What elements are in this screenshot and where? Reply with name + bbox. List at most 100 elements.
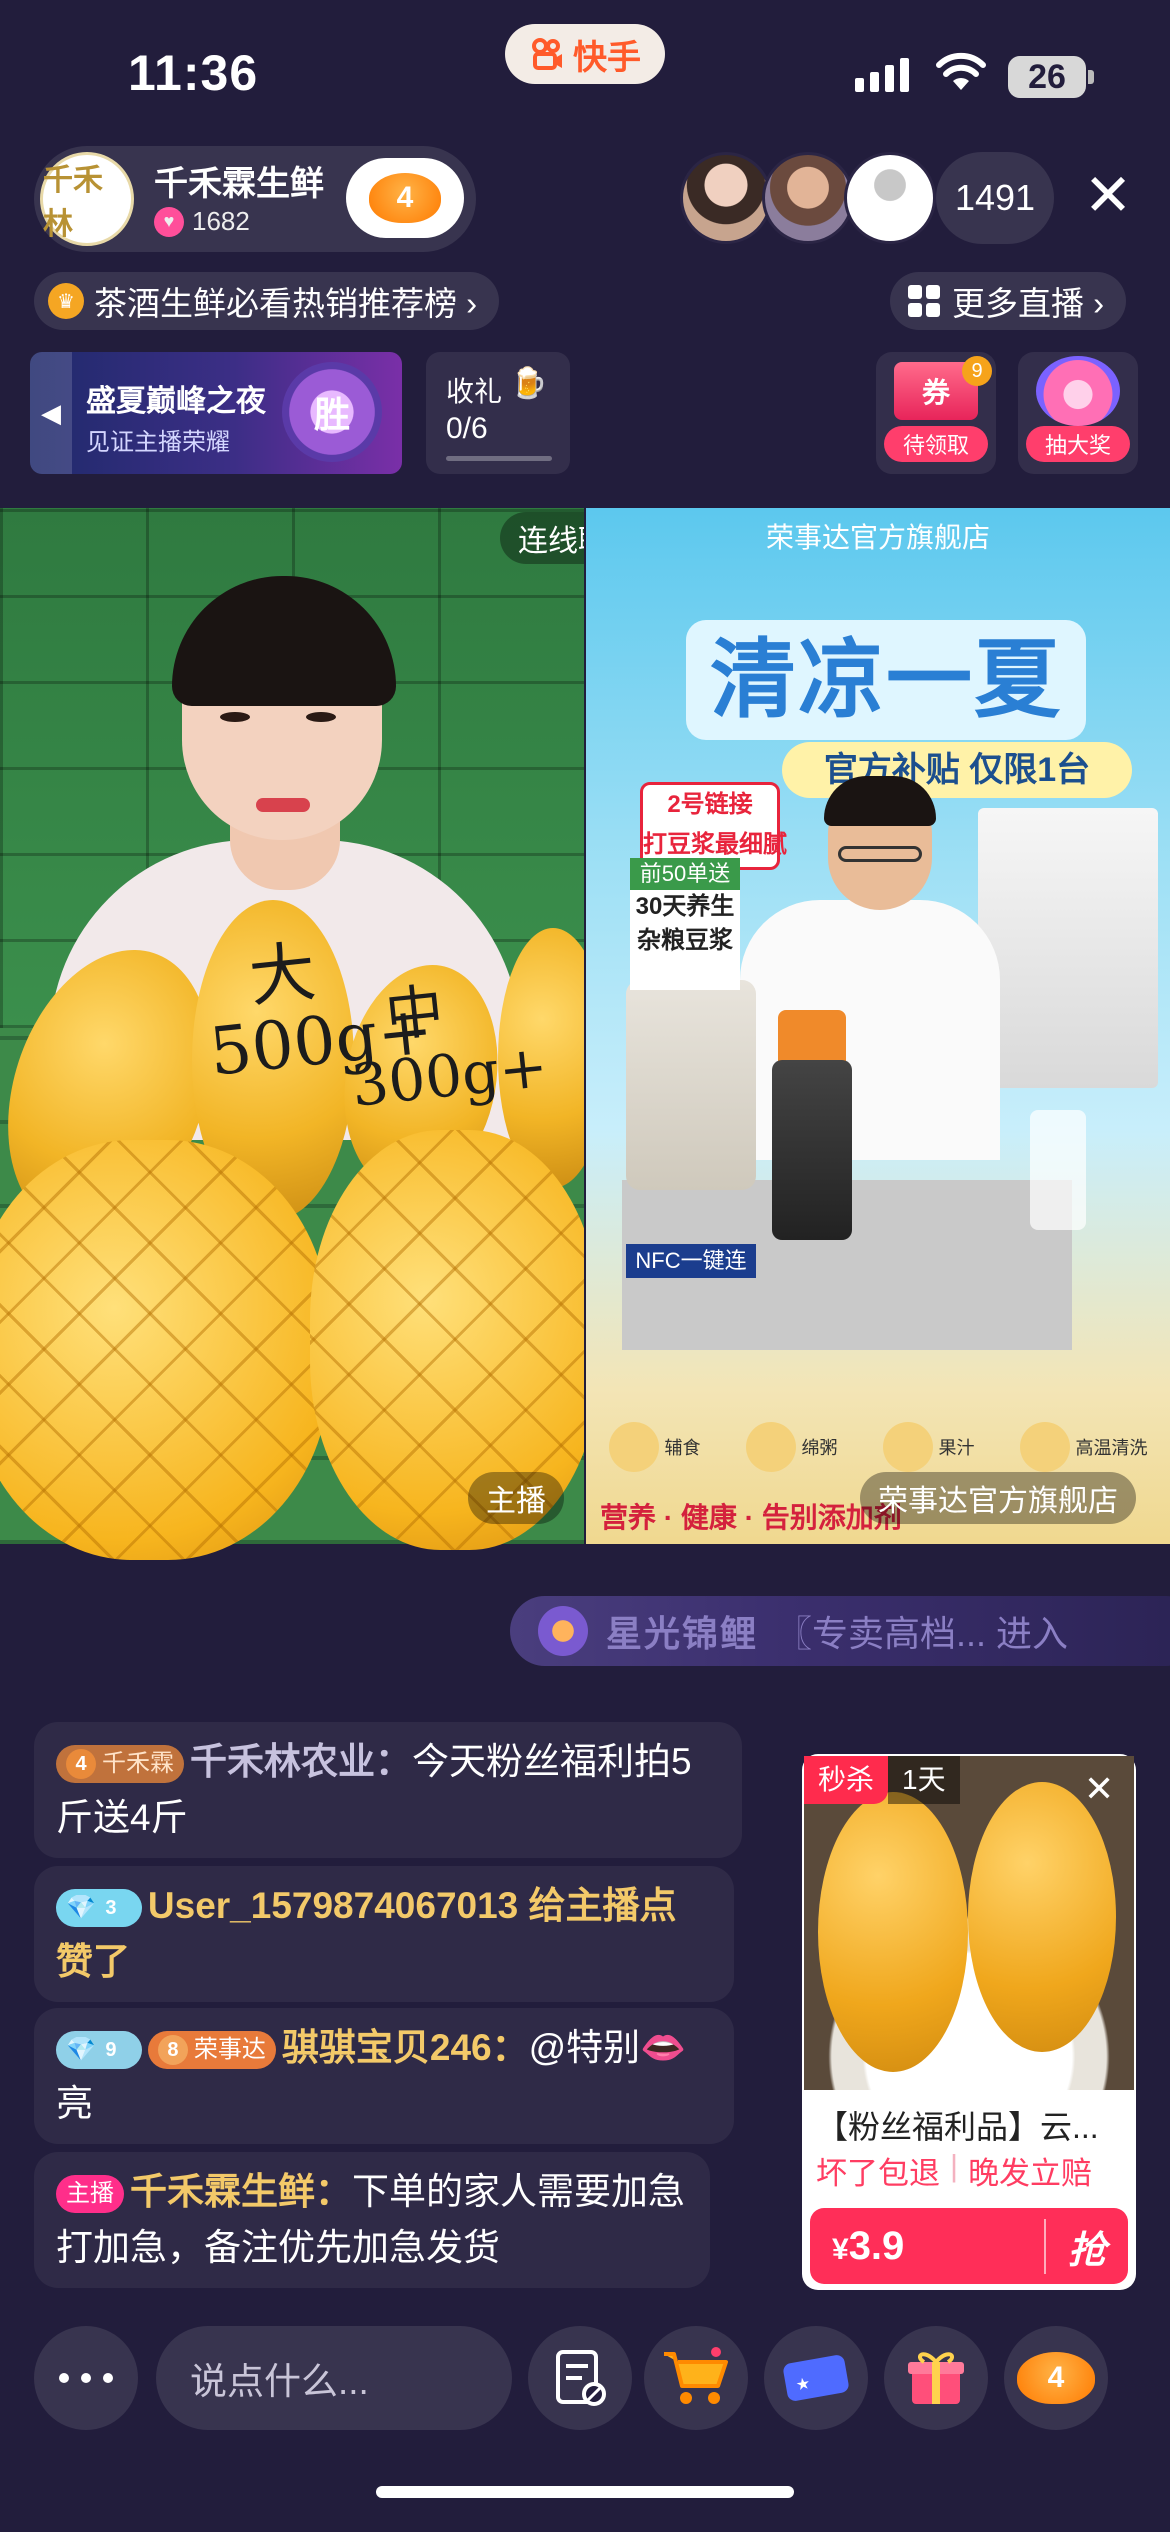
beer-icon: 🍺 [510,367,548,400]
viewer-avatar[interactable] [844,152,936,244]
host-role-badge: 主播 [56,2175,124,2214]
more-options-button[interactable] [34,2326,138,2430]
chat-username: 骐骐宝贝246： [281,2027,529,2068]
host-figure-eye [220,712,250,722]
chat-message[interactable]: 主播 千禾霖生鲜：下单的家人需要加急打加急，备注优先加急发货 [34,2152,710,2288]
host-avatar-text: 千禾林 [43,164,103,241]
chat-username: User_1579874067013 [147,1885,519,1926]
feature-item: 果汁 [882,1422,975,1472]
product-price: ¥3.9 [832,2223,905,2268]
product-title: 【粉丝福利品】云... [816,2109,1099,2145]
host-likes: ♥ 1682 [154,206,250,237]
product-photo-inset [978,808,1158,1088]
star-card-icon: ★ [783,2355,849,2401]
soy-milk-maker [626,980,756,1190]
fan-club-level-button[interactable]: 4 [1004,2326,1108,2430]
host-video-label: 主播 [468,1472,564,1524]
mango-medium-label: 中 300g+ [348,976,551,1120]
comment-input[interactable]: 说点什么... [156,2326,512,2430]
ranking-list-link[interactable]: ♛ 茶酒生鲜必看热销推荐榜 › [34,272,500,330]
promo-first-tag: 前50单送 [630,858,740,890]
chat-username: 千禾霖生鲜： [130,2171,352,2212]
order-list-icon [556,2350,606,2406]
comment-input-placeholder: 说点什么... [190,2361,369,2402]
nfc-tag: NFC一键连 [626,1244,756,1278]
star-card-button[interactable]: ★ [764,2326,868,2430]
order-list-button[interactable] [528,2326,632,2430]
feature-icon [745,1422,796,1472]
gift-button[interactable] [884,2326,988,2430]
ellipsis-icon [59,2373,113,2383]
lottery-label: 抽大奖 [1026,426,1130,462]
mango-cut-hedgehog [0,1140,330,1560]
feature-icon [882,1422,933,1472]
flash-sale-label: 秒杀 [804,1756,889,1804]
promo-gift-tag: 30天养生 杂粮豆浆 [630,890,740,990]
chat-username: 千禾林农业： [190,1741,412,1782]
lottery-icon [1036,356,1120,426]
grid-icon [908,285,940,317]
shopping-cart-button[interactable] [644,2326,748,2430]
fan-level-badge-icon: 4 [1017,2352,1095,2404]
feature-item: 绵粥 [745,1422,838,1472]
buy-now-button[interactable]: ¥3.9 抢 [810,2208,1128,2284]
flash-sale-tag: 秒杀 1天 [804,1756,960,1804]
co-host-store-title: 荣事达官方旗舰店 [765,522,990,553]
chat-message[interactable]: 4 千禾霖 千禾林农业：今天粉丝福利拍5斤送4斤 [34,1722,742,1858]
host-avatar[interactable]: 千禾林 [40,152,134,246]
host-likes-count: 1682 [192,206,250,236]
fans-group-banner[interactable]: 星光锦鲤 〖专卖高档... 进入 [510,1596,1170,1666]
juice-jug [1030,1110,1086,1230]
gift-task-progress: 0/6 [446,412,488,445]
diamond-level-badge: 💎 3 [56,1889,142,1928]
crown-icon: ♛ [48,283,84,319]
gift-progress-bar [446,456,552,461]
promo-headline: 清凉一夏 [686,620,1086,740]
more-live-label: 更多直播 › [952,285,1105,322]
caret-left-icon[interactable]: ◀ [30,352,72,474]
juicer [772,1060,852,1240]
gift-icon [908,2352,964,2404]
co-host-video-label[interactable]: 荣事达官方旗舰店 [860,1472,1136,1524]
fans-banner-text: 〖专卖高档... 进入 [776,1613,1069,1654]
product-guarantee-tags: 坏了包退 | 晚发立赔 [816,2148,1092,2193]
gift-task-label: 收礼 [446,376,503,407]
guarantee-tag: 坏了包退 [816,2156,940,2191]
close-icon[interactable]: ✕ [1078,167,1138,228]
battery-tip [1088,70,1094,84]
chat-message[interactable]: 💎 3 User_1579874067013 给主播点赞了 [34,1866,734,2002]
promo-link-tag: 2号链接 打豆浆最细腻 [640,782,787,870]
battery-indicator: 26 [1008,56,1086,98]
feature-icon [608,1422,659,1472]
wifi-icon [936,52,986,90]
close-icon[interactable]: ✕ [1084,1768,1114,1810]
ranking-label: 茶酒生鲜必看热销推荐榜 › [94,285,478,322]
viewer-count[interactable]: 1491 [936,152,1054,244]
viewer-avatar[interactable] [762,152,854,244]
chat-message[interactable]: 💎 9 8 荣事达 骐骐宝贝246：@特别👄亮 [34,2008,734,2144]
diamond-level-badge: 💎 9 [56,2031,142,2070]
fan-club-badge: 4 千禾霖 [56,1745,184,1784]
fan-level-badge-icon: 4 [369,173,441,223]
diamond-icon: 💎 [66,1894,96,1922]
event-title: 盛夏巅峰之夜 [86,385,266,418]
diamond-icon: 💎 [66,2036,96,2064]
tag-separator: | [950,2148,959,2183]
host-figure-eye [306,712,336,722]
shopping-cart-icon [664,2347,728,2404]
kuaishou-logo-icon [532,38,562,70]
feature-item: 高温清洗 [1019,1422,1148,1472]
home-indicator[interactable] [376,2486,794,2498]
viewer-avatar[interactable] [680,152,772,244]
app-indicator-pill[interactable]: 快手 [505,24,665,84]
fans-banner-name: 星光锦鲤 [606,1613,759,1654]
feature-item: 辅食 [608,1422,701,1472]
heart-icon: ♥ [154,206,184,237]
fan-club-button[interactable]: 4 [346,158,464,238]
app-name: 快手 [573,38,641,77]
coupon-label: 待领取 [884,426,988,462]
flash-sale-duration: 1天 [888,1756,960,1804]
more-live-button[interactable]: 更多直播 › [890,272,1127,330]
fan-club-badge: 8 荣事达 [147,2031,276,2070]
host-name: 千禾霖生鲜 [154,165,324,203]
